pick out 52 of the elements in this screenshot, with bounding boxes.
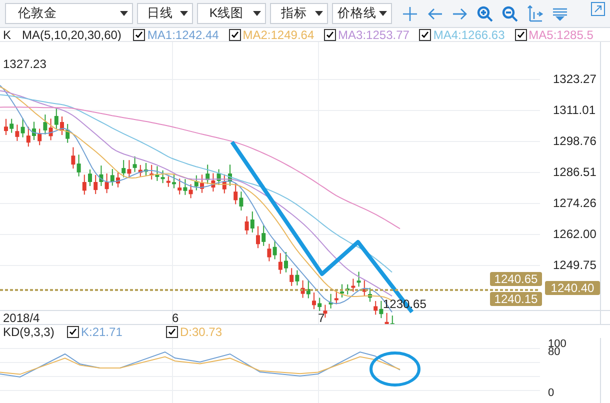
left-arrow-icon[interactable] [427, 6, 443, 20]
high-price-label: 1327.23 [3, 57, 46, 71]
expand-icon[interactable] [591, 2, 605, 16]
kd-value: K:21.71 [81, 324, 122, 338]
ma-value: MA5:1285.5 [528, 28, 594, 41]
checkbox[interactable] [419, 28, 432, 40]
chart-type-label: K [3, 28, 12, 41]
highlight-circle [370, 352, 420, 386]
price-tag: 1240.40 [545, 281, 600, 295]
checkbox[interactable] [67, 326, 79, 338]
dropdown[interactable]: K线图 [197, 3, 266, 24]
dropdown[interactable]: 价格线 [332, 3, 392, 24]
ma-value: MA1:1242.44 [147, 28, 219, 41]
axis-label: 1323.27 [553, 72, 596, 86]
axis-label: 1262.00 [553, 227, 596, 241]
caret-icon [315, 11, 323, 16]
dropdown[interactable]: 日线 [137, 3, 193, 24]
axis-label: 1298.76 [553, 134, 596, 148]
checkbox[interactable] [133, 28, 146, 40]
list-icon[interactable] [552, 6, 568, 20]
checkbox[interactable] [166, 326, 178, 338]
checkbox[interactable] [228, 28, 241, 40]
axis-label: 1249.75 [553, 258, 596, 272]
axis-icon[interactable] [527, 5, 543, 22]
axis-label: 0 [548, 387, 554, 399]
kd-value: D:30.73 [180, 324, 222, 338]
axis-label: 1311.01 [553, 103, 596, 117]
price-tag: 1240.65 [490, 272, 542, 286]
date-label: 2018/4 [3, 311, 40, 324]
price-tag: 1240.15 [490, 292, 542, 306]
date-label: 6 [172, 311, 179, 324]
caret-icon [120, 11, 128, 16]
ma-value: MA3:1253.77 [338, 28, 410, 41]
crosshair-icon[interactable] [402, 6, 418, 22]
checkbox[interactable] [514, 28, 527, 40]
zoom-in-icon[interactable] [477, 6, 493, 22]
axis-label: 1274.26 [553, 196, 596, 210]
caret-icon [379, 11, 387, 16]
ma-label: MA(5,10,20,30,60) [22, 28, 122, 41]
ma-value: MA2:1249.64 [242, 28, 314, 41]
caret-icon [253, 11, 261, 16]
axis-label: 1286.51 [553, 165, 596, 179]
axis-label: 80 [548, 346, 560, 358]
right-arrow-icon[interactable] [452, 6, 468, 20]
date-label: 7 [318, 311, 325, 324]
checkbox[interactable] [324, 28, 336, 40]
zoom-out-icon[interactable] [502, 6, 518, 22]
caret-icon [180, 11, 188, 16]
kd-label: KD(9,3,3) [3, 324, 56, 338]
ma-value: MA4:1266.63 [433, 28, 505, 41]
dropdown[interactable]: 伦敦金 [5, 3, 133, 24]
dropdown[interactable]: 指标 [270, 3, 328, 24]
